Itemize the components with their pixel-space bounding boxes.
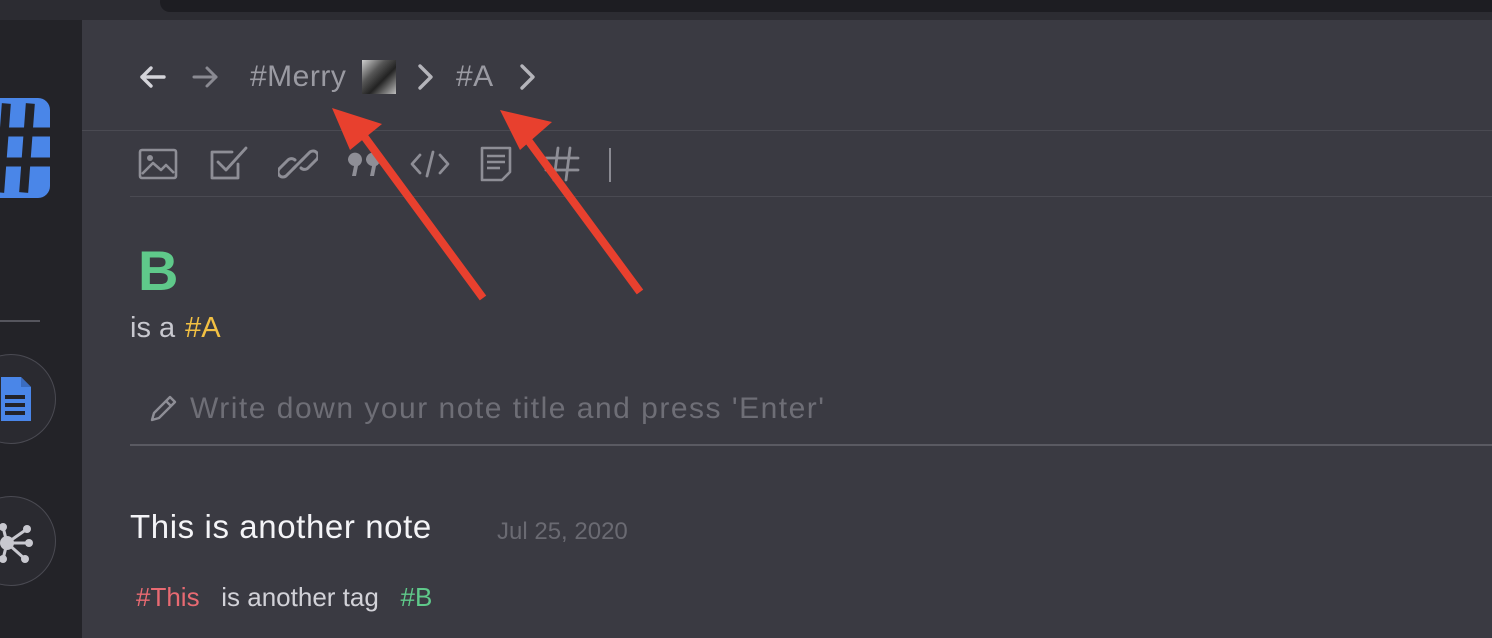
address-bar[interactable]	[160, 0, 1492, 12]
document-icon[interactable]	[476, 144, 516, 184]
pencil-icon	[150, 395, 177, 422]
other-note-text: is another tag	[221, 582, 379, 612]
tag-this[interactable]: #This	[136, 582, 200, 612]
editor-toolbar	[130, 132, 1492, 197]
tag-b[interactable]: #B	[400, 582, 432, 612]
checkbox-icon[interactable]	[208, 144, 248, 184]
image-icon[interactable]	[138, 144, 178, 184]
text-cursor	[609, 148, 611, 182]
quote-icon[interactable]	[344, 144, 384, 184]
chevron-right-icon	[418, 64, 433, 90]
tag-a[interactable]: #A	[185, 312, 220, 344]
window-top-bar	[0, 0, 1492, 20]
sidebar	[0, 20, 82, 638]
note-title-input-placeholder: Write down your note title and press 'En…	[190, 392, 826, 425]
graph-icon	[0, 523, 33, 563]
hashtag-logo-icon[interactable]	[0, 98, 50, 198]
forward-button[interactable]	[190, 62, 220, 92]
other-note-title[interactable]: This is another note	[130, 508, 432, 546]
breadcrumb-item-merry[interactable]: #Merry	[250, 60, 346, 94]
breadcrumb-item-a[interactable]: #A	[456, 60, 494, 94]
note-body: is a #A	[130, 312, 221, 345]
hashtag-icon[interactable]	[542, 144, 582, 184]
avatar	[362, 60, 396, 94]
chevron-right-icon	[520, 64, 535, 90]
note-title: B	[138, 239, 179, 302]
other-note-date: Jul 25, 2020	[497, 518, 628, 545]
navigation-bar: #Merry #A	[82, 20, 1492, 131]
sidebar-item-notes[interactable]	[0, 354, 56, 444]
code-icon[interactable]	[410, 144, 450, 184]
note-title-input[interactable]: Write down your note title and press 'En…	[130, 386, 1492, 446]
other-note-tags: #This is another tag #B	[136, 582, 432, 613]
note-body-text: is a	[130, 312, 176, 344]
document-icon	[1, 377, 31, 421]
back-button[interactable]	[138, 62, 168, 92]
sidebar-item-graph[interactable]	[0, 496, 56, 586]
sidebar-divider	[0, 320, 40, 322]
link-icon[interactable]	[278, 144, 318, 184]
